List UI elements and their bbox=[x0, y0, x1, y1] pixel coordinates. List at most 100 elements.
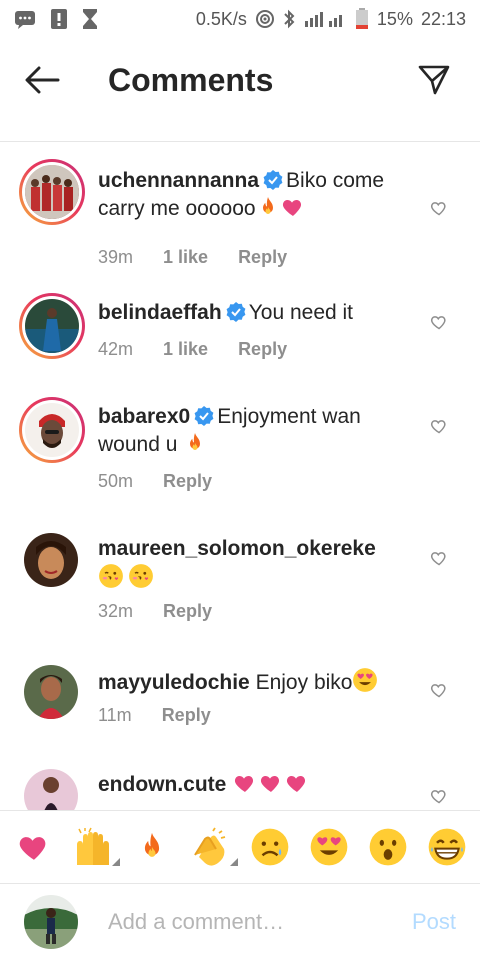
status-left-group bbox=[14, 8, 98, 30]
kissing-face-emoji-icon bbox=[98, 563, 124, 589]
sad-face-icon bbox=[251, 828, 288, 866]
reply-button[interactable]: Reply bbox=[163, 471, 212, 492]
sad-face-emoji-button[interactable] bbox=[247, 824, 293, 870]
heart-outline-icon bbox=[430, 202, 446, 216]
grinning-face-emoji-button[interactable] bbox=[424, 824, 470, 870]
story-ring[interactable] bbox=[19, 293, 85, 359]
back-button[interactable] bbox=[22, 60, 62, 100]
pink-heart-emoji-icon bbox=[284, 771, 310, 795]
hourglass-icon bbox=[82, 8, 98, 30]
comment-body: You need it bbox=[248, 301, 354, 324]
avatar bbox=[25, 299, 79, 353]
network-speed: 0.5K/s bbox=[195, 8, 247, 29]
verified-badge-icon bbox=[263, 170, 283, 190]
avatar[interactable] bbox=[24, 769, 78, 810]
comment-time: 50m bbox=[98, 471, 134, 491]
status-right-group: 0.5K/s 15% 22:13 bbox=[196, 8, 466, 30]
verified-badge-icon bbox=[194, 406, 214, 426]
like-button[interactable] bbox=[428, 785, 450, 807]
comment-time: 11m bbox=[98, 705, 132, 725]
comment-username[interactable]: mayyuledochie bbox=[98, 671, 250, 694]
share-button[interactable] bbox=[414, 60, 454, 100]
heart-eyes-icon bbox=[309, 827, 349, 867]
heart-eyes-emoji-button[interactable] bbox=[306, 824, 352, 870]
comment-username[interactable]: babarex0 bbox=[98, 405, 190, 428]
comment-input[interactable] bbox=[108, 909, 388, 935]
comment-meta: 42m 1 like Reply bbox=[98, 339, 287, 360]
comment-time: 42m bbox=[98, 339, 134, 359]
alert-icon bbox=[50, 8, 68, 30]
comment-meta: 50m Reply bbox=[98, 471, 212, 492]
comment-item: endown.cute bbox=[0, 769, 480, 810]
comment-text: babarex0 Enjoyment wan wound u bbox=[98, 403, 418, 459]
pink-heart-emoji-icon bbox=[232, 771, 258, 795]
pink-heart-emoji-button[interactable] bbox=[11, 824, 57, 870]
quick-emoji-bar bbox=[0, 810, 480, 884]
reply-button[interactable]: Reply bbox=[162, 705, 211, 726]
comment-username[interactable]: maureen_solomon_okereke bbox=[98, 537, 376, 560]
reply-button[interactable]: Reply bbox=[163, 601, 212, 622]
clock: 22:13 bbox=[420, 8, 466, 29]
status-bar: 0.5K/s 15% 22:13 bbox=[0, 0, 480, 38]
current-user-avatar bbox=[24, 895, 78, 949]
comment-text: maureen_solomon_okereke bbox=[98, 535, 418, 593]
reply-button[interactable]: Reply bbox=[238, 247, 287, 268]
comment-item: uchennannanna Biko come carry me oooooo 3… bbox=[0, 159, 480, 289]
clapping-hands-emoji-button[interactable] bbox=[188, 824, 238, 870]
heart-outline-icon bbox=[430, 420, 446, 434]
avatar bbox=[25, 165, 79, 219]
raising-hands-icon bbox=[76, 827, 109, 865]
verified-badge-icon bbox=[226, 302, 246, 322]
heart-outline-icon bbox=[430, 316, 446, 330]
like-button[interactable] bbox=[428, 311, 450, 333]
comment-username[interactable]: belindaeffah bbox=[98, 301, 222, 324]
pink-heart-emoji-icon bbox=[258, 771, 284, 795]
comment-item: maureen_solomon_okereke 32m Reply bbox=[0, 533, 480, 665]
avatar[interactable] bbox=[24, 665, 78, 719]
comment-text: belindaeffah You need it bbox=[98, 299, 418, 327]
reply-button[interactable]: Reply bbox=[238, 339, 287, 360]
comment-meta: 11m Reply bbox=[98, 705, 211, 726]
surprised-face-icon bbox=[369, 828, 406, 866]
comment-username[interactable]: uchennannanna bbox=[98, 169, 259, 192]
bluetooth-icon bbox=[283, 9, 295, 29]
header: Comments bbox=[0, 38, 480, 142]
comment-text: uchennannanna Biko come carry me oooooo bbox=[98, 167, 418, 223]
comment-text: endown.cute bbox=[98, 771, 418, 799]
fire-icon bbox=[135, 829, 169, 865]
paper-plane-icon bbox=[418, 65, 450, 95]
likes-count[interactable]: 1 like bbox=[163, 247, 208, 268]
like-button[interactable] bbox=[428, 679, 450, 701]
surprised-face-emoji-button[interactable] bbox=[365, 824, 411, 870]
like-button[interactable] bbox=[428, 415, 450, 437]
like-button[interactable] bbox=[428, 547, 450, 569]
avatar[interactable] bbox=[24, 533, 78, 587]
heart-outline-icon bbox=[430, 790, 446, 804]
comment-text: mayyuledochie Enjoy biko bbox=[98, 667, 418, 697]
fire-emoji-button[interactable] bbox=[129, 824, 175, 870]
arrow-left-icon bbox=[25, 66, 60, 94]
comment-composer: Post bbox=[0, 884, 480, 960]
post-button[interactable]: Post bbox=[412, 909, 456, 935]
battery-percent: 15% bbox=[376, 8, 413, 29]
comment-meta: 32m Reply bbox=[98, 601, 212, 622]
raising-hands-emoji-button[interactable] bbox=[70, 824, 120, 870]
comment-username[interactable]: endown.cute bbox=[98, 773, 226, 796]
heart-outline-icon bbox=[430, 684, 446, 698]
comments-list[interactable]: uchennannanna Biko come carry me oooooo 3… bbox=[0, 143, 480, 810]
battery-icon bbox=[355, 8, 369, 30]
story-ring[interactable] bbox=[19, 397, 85, 463]
comment-item: mayyuledochie Enjoy biko 11m Reply bbox=[0, 665, 480, 769]
fire-emoji-icon bbox=[183, 431, 207, 455]
kissing-face-emoji-icon bbox=[128, 563, 154, 589]
likes-count[interactable]: 1 like bbox=[163, 339, 208, 360]
comment-body: Enjoy biko bbox=[255, 671, 353, 694]
clapping-hands-icon bbox=[193, 827, 225, 866]
story-ring[interactable] bbox=[19, 159, 85, 225]
comment-time: 32m bbox=[98, 601, 134, 621]
comment-meta: 39m 1 like Reply bbox=[98, 247, 287, 268]
like-button[interactable] bbox=[428, 197, 450, 219]
pink-heart-icon bbox=[15, 830, 53, 864]
comment-item: belindaeffah You need it 42m 1 like Reply bbox=[0, 293, 480, 397]
signal-icon bbox=[303, 9, 347, 29]
